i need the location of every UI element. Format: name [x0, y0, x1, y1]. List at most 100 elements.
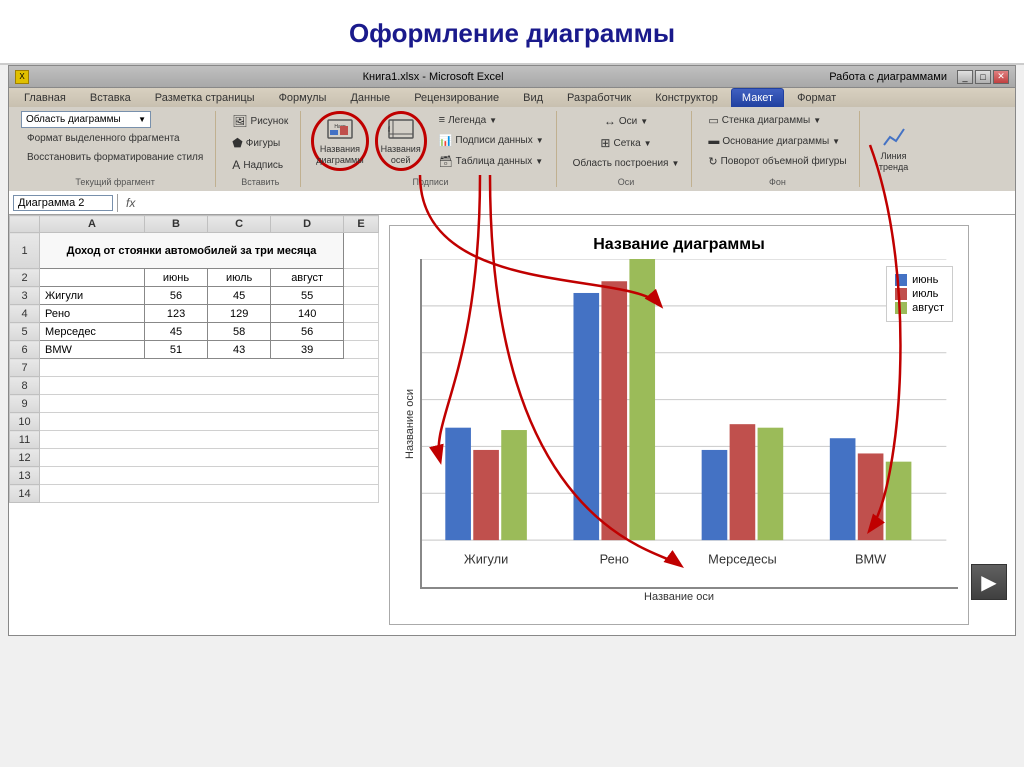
osi-button[interactable]: ↔ Оси ▼: [598, 111, 654, 131]
close-button[interactable]: ✕: [993, 70, 1009, 84]
row-header-3: 3: [10, 287, 40, 305]
nazvanie-osei-button[interactable]: ось Названияосей: [375, 111, 427, 171]
tab-recenzirovanie[interactable]: Рецензирование: [403, 88, 510, 107]
cell-e1[interactable]: [344, 233, 379, 269]
tab-dannye[interactable]: Данные: [339, 88, 401, 107]
legenda-button[interactable]: ≡ Легенда ▼: [433, 111, 550, 129]
formula-input[interactable]: [143, 197, 1011, 209]
cell-b5[interactable]: 45: [144, 323, 207, 341]
cell-e2[interactable]: [344, 269, 379, 287]
cell-row12[interactable]: [40, 449, 379, 467]
cell-b2[interactable]: июнь: [144, 269, 207, 287]
nadpis-label: Надпись: [243, 160, 283, 171]
legend-july-label: июль: [912, 288, 938, 300]
cell-a4[interactable]: Рено: [40, 305, 145, 323]
legend-august-color: [895, 302, 907, 314]
cell-c4[interactable]: 129: [208, 305, 271, 323]
col-header-b: B: [144, 216, 207, 233]
cell-a3[interactable]: Жигули: [40, 287, 145, 305]
chart-area[interactable]: Название диаграммы Название оси: [389, 225, 969, 625]
maximize-button[interactable]: □: [975, 70, 991, 84]
tab-maket[interactable]: Макет: [731, 88, 784, 107]
tab-razmetka[interactable]: Разметка страницы: [144, 88, 266, 107]
cell-row13[interactable]: [40, 467, 379, 485]
work-with-diagrams: Работа с диаграммами: [829, 71, 947, 83]
cell-c3[interactable]: 45: [208, 287, 271, 305]
nadpis-button[interactable]: A Надпись: [226, 155, 289, 175]
osnovanie-button[interactable]: ▬ Основание диаграммы ▼: [702, 132, 846, 150]
tablica-dannych-button[interactable]: 🗃 Таблица данных ▼: [433, 152, 550, 171]
cell-c5[interactable]: 58: [208, 323, 271, 341]
cell-a6[interactable]: BMW: [40, 341, 145, 359]
cell-e4[interactable]: [344, 305, 379, 323]
bar-mercedes-june: [702, 450, 728, 540]
cell-b6[interactable]: 51: [144, 341, 207, 359]
cell-row9[interactable]: [40, 395, 379, 413]
tab-vstavka[interactable]: Вставка: [79, 88, 142, 107]
tab-formuly[interactable]: Формулы: [268, 88, 338, 107]
format-fragment-button[interactable]: Формат выделенного фрагмента: [21, 130, 186, 147]
liniya-button[interactable]: Линиятренда: [872, 119, 916, 177]
cell-b4[interactable]: 123: [144, 305, 207, 323]
cell-d5[interactable]: 56: [271, 323, 344, 341]
formula-bar: fx: [9, 191, 1015, 215]
row-header-13: 13: [10, 467, 40, 485]
cell-e3[interactable]: [344, 287, 379, 305]
cell-row7[interactable]: [40, 359, 379, 377]
stenka-button[interactable]: ▭ Стенка диаграммы ▼: [702, 111, 827, 130]
liniya-label: Линиятренда: [879, 151, 908, 173]
cell-row8[interactable]: [40, 377, 379, 395]
setka-button[interactable]: ⊞ Сетка ▼: [594, 133, 657, 153]
bar-reno-august: [629, 259, 655, 540]
cell-a5[interactable]: Мерседес: [40, 323, 145, 341]
cell-d6[interactable]: 39: [271, 341, 344, 359]
col-header-d: D: [271, 216, 344, 233]
risunok-button[interactable]: 🖼 Рисунок: [226, 111, 294, 131]
figury-button[interactable]: ⬟ Фигуры: [226, 133, 286, 153]
legend-august-label: август: [912, 302, 944, 314]
podpisi-small-group: ≡ Легенда ▼ 📊 Подписи данных ▼ 🗃 Таблица…: [433, 111, 550, 171]
tab-format[interactable]: Формат: [786, 88, 847, 107]
cell-e6[interactable]: [344, 341, 379, 359]
podpisi-dannych-button[interactable]: 📊 Подписи данных ▼: [433, 131, 550, 150]
dropdown-arrow: ▼: [138, 115, 146, 124]
cell-b3[interactable]: 56: [144, 287, 207, 305]
bar-reno-june: [573, 293, 599, 540]
name-box[interactable]: [13, 195, 113, 211]
podpisi-icon: 📊: [439, 134, 453, 147]
povorot-button[interactable]: ↻ Поворот объемной фигуры: [702, 152, 852, 171]
row-header-2: 2: [10, 269, 40, 287]
osi-label: Оси: [619, 116, 637, 127]
cell-c6[interactable]: 43: [208, 341, 271, 359]
cell-e5[interactable]: [344, 323, 379, 341]
vosstanovit-button[interactable]: Восстановить форматирование стиля: [21, 149, 209, 166]
legenda-icon: ≡: [439, 114, 445, 126]
cell-title[interactable]: Доход от стоянки автомобилей за три меся…: [40, 233, 344, 269]
nav-arrow[interactable]: [971, 564, 1007, 600]
tab-razrabotchik[interactable]: Разработчик: [556, 88, 642, 107]
minimize-button[interactable]: _: [957, 70, 973, 84]
cell-a2[interactable]: [40, 269, 145, 287]
main-area: A B C D E 1 Доход от стоянки автомобилей…: [9, 215, 1015, 635]
oblast-postr-button[interactable]: Область построения ▼: [567, 155, 686, 172]
cell-c2[interactable]: июль: [208, 269, 271, 287]
tab-glavnaya[interactable]: Главная: [13, 88, 77, 107]
cell-row14[interactable]: [40, 485, 379, 503]
oblast-dropdown[interactable]: Область диаграммы ▼: [21, 111, 151, 128]
cell-d2[interactable]: август: [271, 269, 344, 287]
row-header-14: 14: [10, 485, 40, 503]
oblast-postr-label: Область построения: [573, 158, 669, 169]
cell-row11[interactable]: [40, 431, 379, 449]
tab-vid[interactable]: Вид: [512, 88, 554, 107]
nazvanie-diagrammy-button[interactable]: Назв Названиядиаграммы: [311, 111, 368, 171]
bar-bmw-july: [858, 453, 884, 540]
cell-d3[interactable]: 55: [271, 287, 344, 305]
legend-august: август: [895, 302, 944, 314]
bar-mercedes-july: [730, 424, 756, 540]
tab-konstruktor[interactable]: Конструктор: [644, 88, 729, 107]
podpisi-label: Подписи данных: [455, 135, 532, 146]
cell-d4[interactable]: 140: [271, 305, 344, 323]
group-fon: ▭ Стенка диаграммы ▼ ▬ Основание диаграм…: [696, 111, 859, 187]
cell-row10[interactable]: [40, 413, 379, 431]
osi-arrow: ▼: [640, 117, 648, 126]
